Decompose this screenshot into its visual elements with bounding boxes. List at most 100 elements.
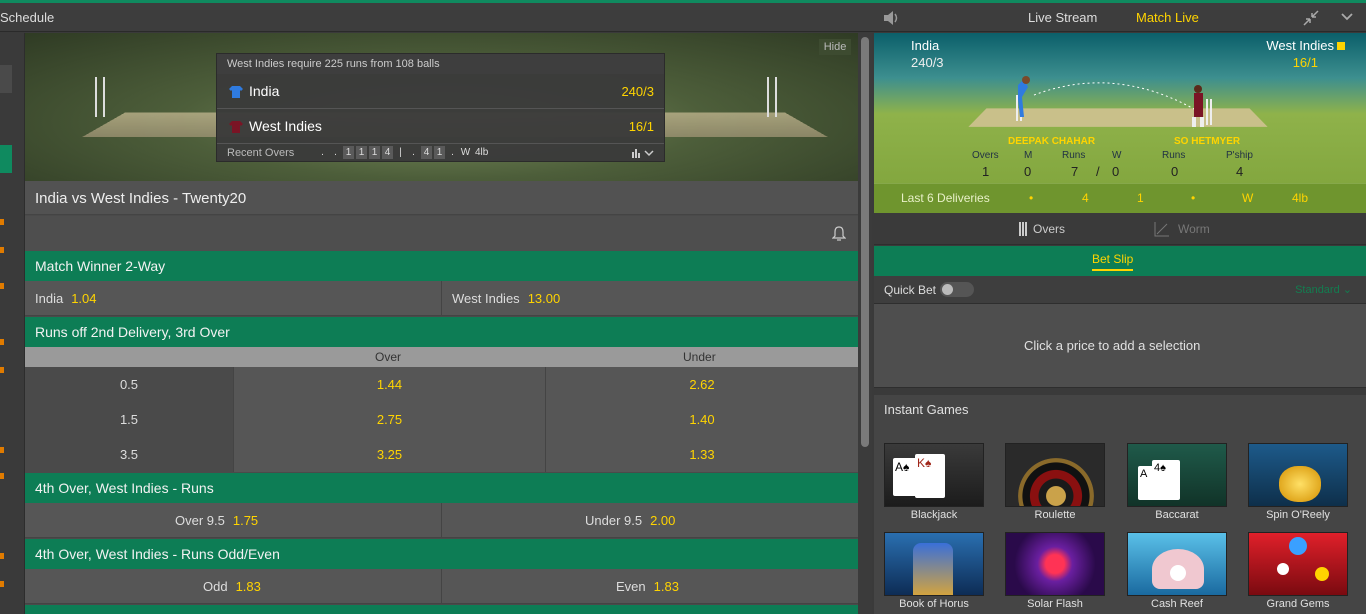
selection-cell[interactable]: Even 1.83 — [441, 569, 857, 604]
stat-separator: / — [1096, 164, 1100, 179]
sidebar-indicator — [0, 447, 4, 453]
sidebar-item[interactable] — [0, 65, 12, 93]
chevron-down-icon[interactable] — [1340, 9, 1354, 23]
last-six-deliveries: Last 6 Deliveries • 4 1 • W 4lb — [874, 183, 1366, 213]
team-name: West Indies — [249, 118, 322, 134]
game-name: Cash Reef — [1151, 598, 1203, 610]
sidebar-indicator — [0, 473, 4, 479]
tab-live-stream[interactable]: Live Stream — [1028, 10, 1097, 25]
ball: . — [412, 147, 415, 158]
selection-odds[interactable]: 13.00 — [528, 291, 561, 306]
selection-cell[interactable]: India 1.04 — [25, 281, 441, 316]
tab-worm[interactable]: Worm — [1178, 222, 1210, 236]
stat-value: 0 — [1112, 164, 1120, 179]
recent-overs: Recent Overs . . 1 1 1 4 | . 4 1 . W 4lb — [217, 144, 664, 162]
selection-odds[interactable]: 1.75 — [233, 513, 258, 528]
selection-odds[interactable]: 1.83 — [654, 579, 679, 594]
market-header[interactable]: 4th Over, West Indies - Runs — [25, 473, 858, 503]
batting-indicator — [1337, 42, 1345, 50]
game-thumbnail — [1005, 443, 1105, 507]
selection-cell[interactable]: Under 9.5 2.00 — [441, 503, 857, 538]
main-scrollbar[interactable] — [858, 33, 872, 614]
ball: 1 — [343, 146, 354, 159]
hide-button[interactable]: Hide — [819, 39, 851, 55]
gem-graphic — [1289, 537, 1307, 555]
game-name: Solar Flash — [1027, 598, 1083, 610]
over-odds[interactable]: 2.75 — [233, 402, 545, 437]
team-name: India — [249, 83, 280, 99]
selection-cell[interactable]: Over 9.5 1.75 — [25, 503, 441, 538]
game-name: Spin O'Reely — [1266, 509, 1330, 521]
selection-odds[interactable]: 1.83 — [236, 579, 261, 594]
stat-label: Runs — [1062, 150, 1086, 161]
match-live-visual: India 240/3 West Indies 16/1 DEEPAK CHAH… — [874, 33, 1366, 213]
selection-odds[interactable]: 2.00 — [650, 513, 675, 528]
game-tile-baccarat[interactable]: A 4♠ Baccarat — [1127, 443, 1227, 521]
scrollbar-thumb[interactable] — [861, 37, 869, 447]
selection-cell[interactable]: Odd 1.83 — [25, 569, 441, 604]
under-odds[interactable]: 1.40 — [545, 402, 858, 437]
schedule-tab[interactable]: Schedule — [0, 10, 54, 25]
card-image: K♠ — [915, 454, 945, 498]
market-title: Match Winner 2-Way — [35, 258, 166, 274]
stat-label: Overs — [972, 150, 999, 161]
sidebar-indicator — [0, 339, 4, 345]
recent-overs-label: Recent Overs — [227, 147, 295, 159]
delivery: 4lb — [1292, 191, 1309, 205]
stat-value: 1 — [982, 164, 990, 179]
standard-label: Standard — [1295, 284, 1340, 296]
tab-match-live[interactable]: Match Live — [1136, 10, 1199, 25]
quick-bet-toggle[interactable] — [940, 282, 974, 297]
game-tile-book-of-horus[interactable]: Book of Horus — [884, 532, 984, 610]
sidebar-indicator — [0, 553, 4, 559]
delivery: • — [1191, 191, 1196, 205]
collapse-icon[interactable] — [1302, 9, 1320, 27]
right-panel: India 240/3 West Indies 16/1 DEEPAK CHAH… — [874, 33, 1366, 614]
stumps-right — [767, 77, 777, 117]
toggle-knob — [942, 284, 953, 295]
game-name: Grand Gems — [1266, 598, 1330, 610]
sidebar-indicator — [0, 219, 4, 225]
betslip-header: Bet Slip — [874, 246, 1366, 276]
tab-overs[interactable]: Overs — [1033, 222, 1065, 236]
game-tile-grand-gems[interactable]: Grand Gems — [1248, 532, 1348, 610]
left-team-name: India — [911, 38, 940, 53]
market-header[interactable] — [25, 605, 858, 614]
game-tile-cash-reef[interactable]: Cash Reef — [1127, 532, 1227, 610]
under-odds[interactable]: 2.62 — [545, 367, 858, 402]
instant-games-grid: A♠ K♠ Blackjack Roulette A 4♠ Baccarat S… — [874, 425, 1366, 614]
game-name: Blackjack — [910, 509, 958, 521]
match-title: India vs West Indies - Twenty20 — [35, 190, 247, 207]
tab-bet-slip[interactable]: Bet Slip — [1092, 252, 1134, 271]
game-tile-blackjack[interactable]: A♠ K♠ Blackjack — [884, 443, 984, 521]
sidebar-indicator — [0, 367, 4, 373]
selection-label: India — [35, 291, 64, 306]
line-value: 1.5 — [25, 402, 233, 437]
game-tile-spin-oreely[interactable]: Spin O'Reely — [1248, 443, 1348, 521]
sidebar-item-active[interactable] — [0, 145, 12, 173]
requirement-text: West Indies require 225 runs from 108 ba… — [217, 54, 664, 74]
game-tile-roulette[interactable]: Roulette — [1005, 443, 1105, 521]
over-odds[interactable]: 3.25 — [233, 437, 545, 472]
game-thumbnail — [1005, 532, 1105, 596]
market-header[interactable]: 4th Over, West Indies - Runs Odd/Even — [25, 539, 858, 569]
bell-icon[interactable] — [832, 226, 846, 242]
stats-chart-icon[interactable] — [630, 146, 654, 160]
betslip-empty: Click a price to add a selection — [874, 304, 1366, 388]
game-tile-solar-flash[interactable]: Solar Flash — [1005, 532, 1105, 610]
volume-icon[interactable] — [882, 10, 900, 26]
over-odds[interactable]: 1.44 — [233, 367, 545, 402]
standard-select[interactable]: Standard ⌄ — [1295, 283, 1352, 296]
stat-value: 4 — [1236, 164, 1244, 179]
game-thumbnail: A 4♠ — [1127, 443, 1227, 507]
selection-label: Over 9.5 — [175, 513, 225, 528]
ball: W — [460, 147, 471, 158]
selection-cell[interactable]: West Indies 13.00 — [441, 281, 857, 316]
sidebar-indicator — [0, 581, 4, 587]
selection-odds[interactable]: 1.04 — [71, 291, 96, 306]
stat-label: W — [1112, 150, 1122, 161]
left-sidebar-strip — [0, 33, 25, 614]
market-header[interactable]: Runs off 2nd Delivery, 3rd Over — [25, 317, 858, 347]
market-header[interactable]: Match Winner 2-Way — [25, 251, 858, 281]
under-odds[interactable]: 1.33 — [545, 437, 858, 472]
